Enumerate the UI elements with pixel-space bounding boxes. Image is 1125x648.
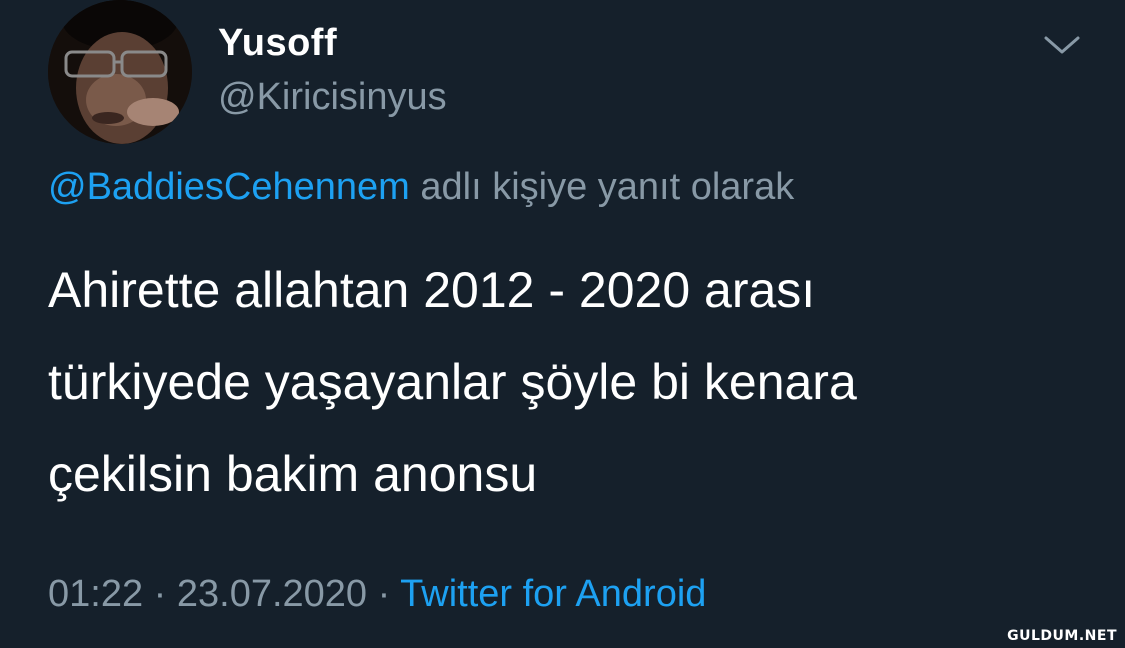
reply-context: @BaddiesCehennem adlı kişiye yanıt olara… <box>48 166 794 209</box>
tweet-text: Ahirette allahtan 2012 - 2020 arası türk… <box>48 244 1068 520</box>
tweet-text-line: çekilsin bakim anonsu <box>48 446 538 502</box>
meta-separator: · <box>153 573 167 615</box>
tweet-meta: 01:22 · 23.07.2020 · Twitter for Android <box>48 573 706 616</box>
reply-context-text: adlı kişiye yanıt olarak <box>409 166 795 208</box>
meta-separator: · <box>377 573 391 615</box>
tweet-date: 23.07.2020 <box>176 573 368 615</box>
user-handle[interactable]: @Kiricisinyus <box>218 76 447 119</box>
tweet-text-line: Ahirette allahtan 2012 - 2020 arası <box>48 262 816 318</box>
chevron-down-icon[interactable] <box>1040 30 1084 60</box>
avatar-image <box>48 0 192 144</box>
tweet-source-link[interactable]: Twitter for Android <box>400 573 706 615</box>
avatar[interactable] <box>48 0 192 144</box>
tweet-card: Yusoff @Kiricisinyus @BaddiesCehennem ad… <box>0 0 1125 648</box>
watermark: GULDUM.NET <box>1007 628 1117 644</box>
tweet-time: 01:22 <box>48 573 144 615</box>
reply-mention-link[interactable]: @BaddiesCehennem <box>48 166 410 208</box>
display-name[interactable]: Yusoff <box>218 22 337 65</box>
tweet-text-line: türkiyede yaşayanlar şöyle bi kenara <box>48 354 857 410</box>
